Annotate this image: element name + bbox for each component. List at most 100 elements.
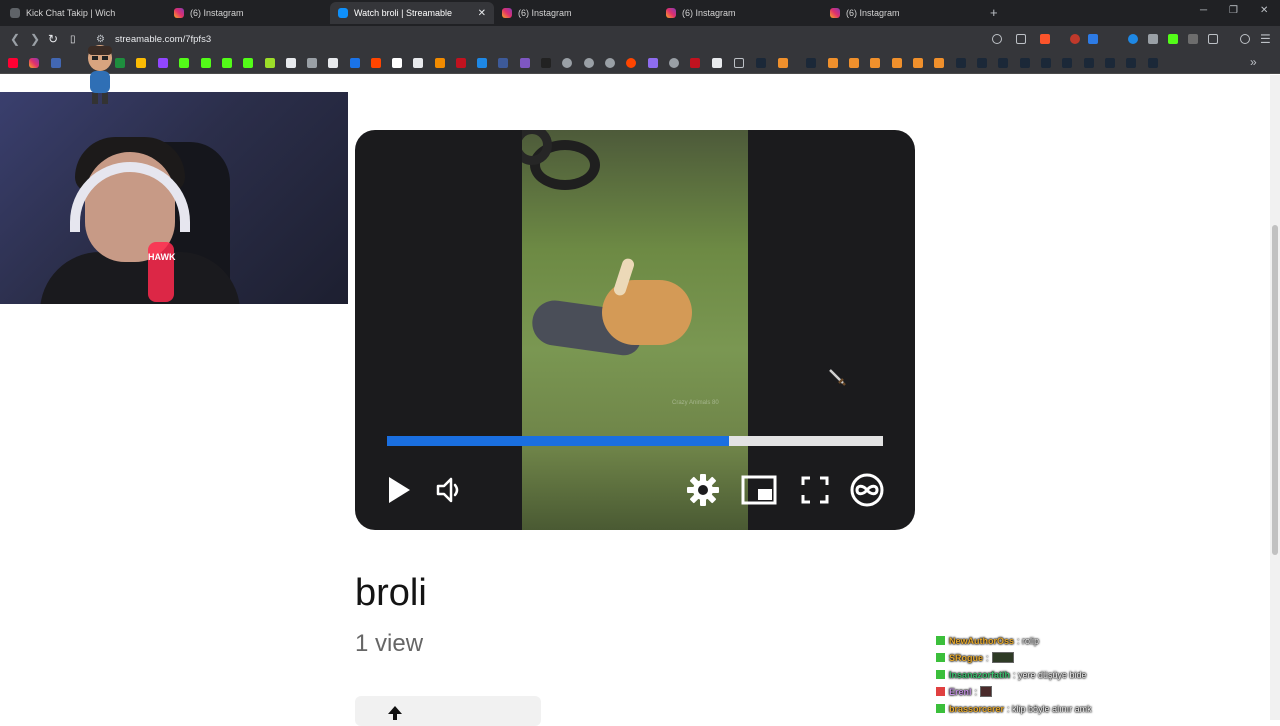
kick-icon[interactable]	[179, 58, 189, 68]
steam-icon[interactable]	[1020, 58, 1030, 68]
chat-text: : klip böyle alınır amk	[1007, 703, 1092, 714]
steam-icon[interactable]	[998, 58, 1008, 68]
youtube-icon[interactable]	[8, 58, 18, 68]
folder-icon[interactable]	[734, 58, 744, 68]
settings-button[interactable]	[685, 472, 721, 508]
kick-icon[interactable]	[243, 58, 253, 68]
bookmark-icon[interactable]	[435, 58, 445, 68]
bookmark-icon[interactable]	[307, 58, 317, 68]
steam-icon[interactable]	[1105, 58, 1115, 68]
bookmark-icon[interactable]	[477, 58, 487, 68]
progress-bar[interactable]	[387, 436, 883, 446]
steam-icon[interactable]	[977, 58, 987, 68]
menu-icon[interactable]: ☰	[1260, 32, 1271, 46]
bookmark-icon[interactable]	[265, 58, 275, 68]
tab-close-icon[interactable]: ✕	[478, 8, 486, 19]
page-scrollbar[interactable]	[1270, 75, 1280, 720]
bookmark-icon[interactable]	[828, 58, 838, 68]
bookmark-icon[interactable]	[456, 58, 466, 68]
extension-icon[interactable]	[1128, 34, 1138, 44]
chat-username: brassorcerer	[949, 703, 1005, 714]
bookmark-icon[interactable]	[778, 58, 788, 68]
scrollbar-thumb[interactable]	[1272, 225, 1278, 555]
bookmark-icon[interactable]	[849, 58, 859, 68]
close-window-button[interactable]: ✕	[1260, 5, 1268, 16]
bookmark-icon[interactable]	[669, 58, 679, 68]
back-button[interactable]: ❮	[10, 32, 20, 46]
play-button[interactable]	[381, 472, 417, 508]
address-bar[interactable]: streamable.com/7fpfs3	[115, 34, 211, 45]
bookmark-icon[interactable]	[584, 58, 594, 68]
kick-icon[interactable]	[201, 58, 211, 68]
steam-icon[interactable]	[806, 58, 816, 68]
restore-button[interactable]: ❐	[1229, 5, 1238, 16]
reddit-icon[interactable]	[371, 58, 381, 68]
steam-icon[interactable]	[1062, 58, 1072, 68]
kick-extension-icon[interactable]	[1168, 34, 1178, 44]
steam-icon[interactable]	[1041, 58, 1051, 68]
fullscreen-button[interactable]	[797, 472, 833, 508]
kick-favicon-icon	[10, 8, 20, 18]
extension-icon[interactable]	[1088, 34, 1098, 44]
volume-button[interactable]	[431, 472, 467, 508]
bookmark-icon[interactable]	[712, 58, 722, 68]
x-icon[interactable]	[328, 58, 338, 68]
drive-icon[interactable]	[136, 58, 146, 68]
tab-kick-chat[interactable]: Kick Chat Takip | Wich	[2, 2, 166, 24]
kick-badge-icon	[936, 653, 945, 662]
bookmark-icon[interactable]	[498, 58, 508, 68]
reload-button[interactable]: ↻	[48, 32, 58, 46]
instagram-icon	[830, 8, 840, 18]
twitch-icon[interactable]	[158, 58, 168, 68]
extension-icon[interactable]	[1188, 34, 1198, 44]
upload-button[interactable]	[355, 696, 541, 726]
brave-shield-icon[interactable]	[1040, 34, 1050, 44]
puzzle-icon[interactable]	[1208, 34, 1218, 44]
new-tab-button[interactable]: +	[990, 5, 998, 20]
video-player[interactable]: Crazy Animals 80	[355, 130, 915, 530]
tab-instagram-2[interactable]: (6) Instagram	[494, 2, 658, 24]
tab-streamable[interactable]: Watch broli | Streamable ✕	[330, 2, 494, 24]
extension-icon[interactable]	[1070, 34, 1080, 44]
streamable-logo-button[interactable]	[849, 472, 885, 508]
bookmark-icon[interactable]	[648, 58, 658, 68]
bookmark-icon[interactable]	[51, 58, 61, 68]
bookmark-icon[interactable]	[350, 58, 360, 68]
bookmark-icon[interactable]	[934, 58, 944, 68]
bookmark-icon[interactable]	[541, 58, 551, 68]
picture-in-picture-button[interactable]	[741, 472, 777, 508]
bookmark-icon[interactable]	[870, 58, 880, 68]
reddit-icon[interactable]	[626, 58, 636, 68]
steam-icon[interactable]	[1148, 58, 1158, 68]
stream-chat-overlay: NewAuthorOss : rolip SRogue : Insanazorf…	[936, 632, 1136, 717]
forward-button[interactable]: ❯	[30, 32, 40, 46]
bookmark-icon[interactable]	[520, 58, 530, 68]
video-frame[interactable]: Crazy Animals 80	[522, 130, 748, 530]
instagram-icon[interactable]	[29, 58, 39, 68]
more-bookmarks-icon[interactable]: »	[1250, 55, 1257, 69]
steam-icon[interactable]	[1084, 58, 1094, 68]
tab-instagram-4[interactable]: (6) Instagram	[822, 2, 986, 24]
share-icon[interactable]	[1016, 34, 1026, 44]
tab-instagram-1[interactable]: (6) Instagram	[166, 2, 330, 24]
bookmark-icon[interactable]	[286, 58, 296, 68]
bookmark-icon[interactable]	[913, 58, 923, 68]
chat-username: Insanazorfatih	[949, 669, 1011, 680]
steam-icon[interactable]	[956, 58, 966, 68]
bookmark-icon[interactable]	[690, 58, 700, 68]
extension-icon[interactable]	[1148, 34, 1158, 44]
bookmark-icon[interactable]: ▯	[70, 34, 76, 45]
steam-icon[interactable]	[756, 58, 766, 68]
bookmark-icon[interactable]	[392, 58, 402, 68]
minimize-button[interactable]: ─	[1200, 5, 1207, 16]
media-icon[interactable]	[1240, 34, 1250, 44]
bookmark-icon[interactable]	[562, 58, 572, 68]
bookmark-icon[interactable]	[605, 58, 615, 68]
kick-icon[interactable]	[222, 58, 232, 68]
zoom-icon[interactable]	[992, 34, 1002, 44]
bookmark-icon[interactable]	[115, 58, 125, 68]
steam-icon[interactable]	[1126, 58, 1136, 68]
amazon-icon[interactable]	[413, 58, 423, 68]
tab-instagram-3[interactable]: (6) Instagram	[658, 2, 822, 24]
bookmark-icon[interactable]	[892, 58, 902, 68]
